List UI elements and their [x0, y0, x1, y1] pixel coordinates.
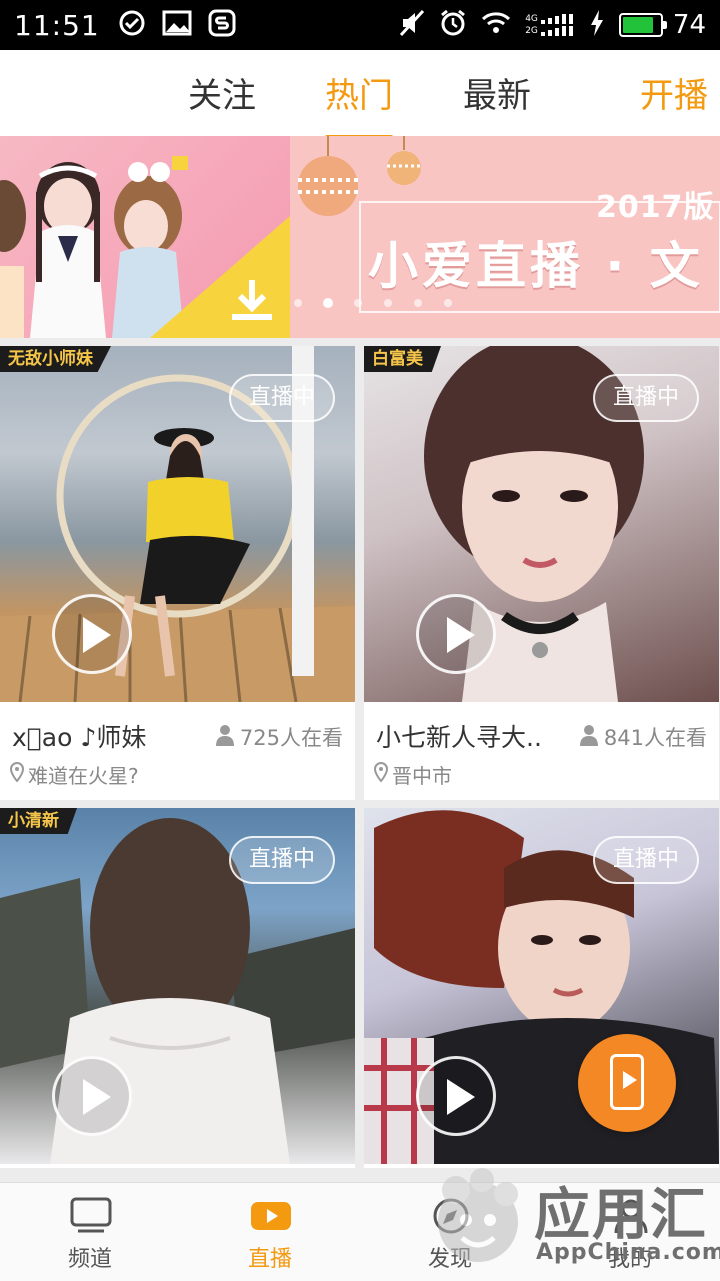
image-icon — [162, 10, 192, 40]
live-card[interactable]: 直播中 — [364, 808, 719, 1168]
nav-channel-label: 频道 — [67, 1247, 112, 1272]
banner-title: 小爱直播 · 文 — [368, 237, 704, 295]
user-icon — [610, 1197, 652, 1239]
alarm-icon — [439, 9, 467, 41]
top-tab-bar: 关注 热门 最新 开播 — [0, 50, 720, 139]
location-text: 晋中市 — [392, 764, 452, 788]
card-cover-photo: 白富美 直播中 — [364, 346, 719, 702]
nav-discover-label: 发现 — [427, 1247, 472, 1272]
card-cover-photo: 小清新 直播中 — [0, 808, 355, 1164]
network-type-top: 4G — [525, 14, 538, 24]
phone-play-icon[interactable] — [578, 1034, 676, 1132]
network-type-bottom: 2G — [525, 26, 538, 36]
tv-icon — [70, 1197, 112, 1239]
card-cover-photo: 无敌小师妹 直播中 — [0, 346, 355, 702]
card-tag: 无敌小师妹 — [0, 346, 111, 372]
live-status-badge: 直播中 — [228, 374, 335, 422]
download-icon[interactable] — [228, 276, 276, 328]
nav-channel[interactable]: 频道 — [30, 1183, 150, 1281]
nav-live-label: 直播 — [247, 1247, 292, 1272]
battery-level: 74 — [672, 10, 706, 40]
live-status-badge: 直播中 — [592, 374, 699, 422]
status-bar: 11:51 4G 2G 74 — [0, 0, 720, 50]
charging-icon — [589, 9, 605, 41]
viewer-count: 725人在看 — [215, 722, 343, 752]
play-icon[interactable] — [52, 1056, 132, 1136]
person-icon — [215, 724, 234, 751]
nav-discover[interactable]: 发现 — [390, 1183, 510, 1281]
viewer-count-text: 725人在看 — [239, 726, 343, 750]
nav-mine-label: 我的 — [607, 1247, 652, 1272]
location: 难道在火星? — [9, 760, 139, 789]
live-card[interactable]: 无敌小师妹 直播中 x ao ♪师妹 725人在看 难道在火星? — [0, 346, 355, 800]
streamer-name: x ao ♪师妹 — [12, 723, 147, 752]
tab-hot[interactable]: 热门 — [325, 68, 393, 139]
wifi-icon — [481, 11, 511, 39]
tab-hot-label: 热门 — [325, 76, 393, 116]
live-card[interactable]: 小清新 直播中 — [0, 808, 355, 1168]
location: 晋中市 — [373, 760, 452, 789]
person-icon — [579, 724, 598, 751]
mute-icon — [399, 9, 425, 41]
play-icon[interactable] — [416, 594, 496, 674]
live-status-badge: 直播中 — [228, 836, 335, 884]
nav-live[interactable]: 直播 — [210, 1183, 330, 1281]
viewer-count: 841人在看 — [579, 722, 707, 752]
location-text: 难道在火星? — [28, 764, 139, 788]
play-icon[interactable] — [52, 594, 132, 674]
tab-follow[interactable]: 关注 — [188, 68, 256, 117]
streamer-name: 小七新人寻大.. — [376, 723, 542, 752]
tab-latest[interactable]: 最新 — [463, 68, 531, 117]
viewer-count-text: 841人在看 — [603, 726, 707, 750]
play-icon[interactable] — [416, 1056, 496, 1136]
banner-pagination — [292, 296, 462, 310]
location-pin-icon — [9, 761, 25, 787]
card-tag: 小清新 — [0, 808, 77, 834]
banner-year: 2017版 — [596, 190, 715, 225]
bottom-nav: 频道 直播 发现 我的 — [0, 1182, 720, 1281]
status-time: 11:51 — [14, 8, 100, 42]
nav-mine[interactable]: 我的 — [570, 1183, 690, 1281]
check-circle-icon — [118, 9, 146, 41]
card-tag: 白富美 — [364, 346, 441, 372]
start-live-button[interactable]: 开播 — [640, 68, 708, 117]
live-play-icon — [250, 1197, 292, 1239]
live-card[interactable]: 白富美 直播中 小七新人寻大.. 841人在看 晋中市 — [364, 346, 719, 800]
compass-icon — [430, 1197, 472, 1239]
live-status-badge: 直播中 — [592, 836, 699, 884]
promo-banner[interactable]: 2017版 小爱直播 · 文 — [0, 136, 720, 338]
app-s-icon — [208, 9, 236, 41]
location-pin-icon — [373, 761, 389, 787]
signal-icon: 4G 2G — [525, 14, 575, 36]
battery-icon — [618, 13, 667, 37]
